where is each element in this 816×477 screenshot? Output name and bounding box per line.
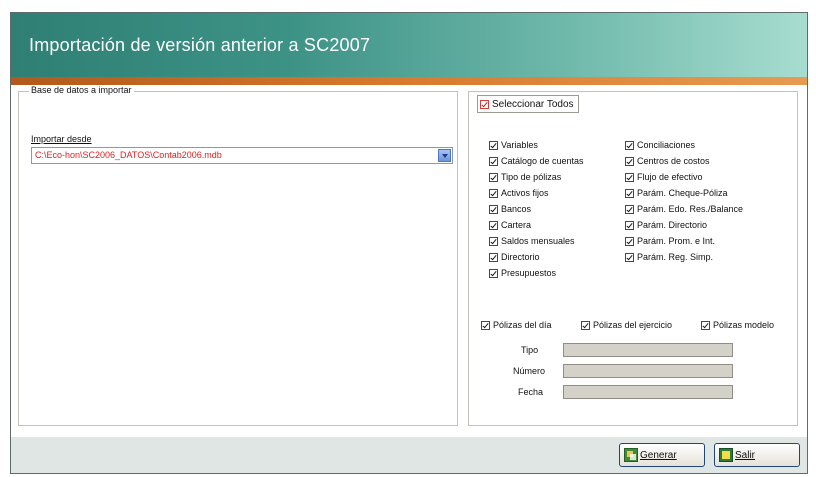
checkbox-label: Directorio bbox=[501, 252, 540, 262]
checkbox-label: Parám. Directorio bbox=[637, 220, 708, 230]
checkbox-icon bbox=[489, 236, 498, 246]
checkbox-label: Pólizas modelo bbox=[713, 320, 775, 330]
checkbox-catalogo-cuentas[interactable]: Catálogo de cuentas bbox=[489, 154, 584, 168]
checkbox-label: Parám. Edo. Res./Balance bbox=[637, 204, 744, 214]
checkbox-icon bbox=[489, 156, 498, 166]
import-from-label: Importar desde bbox=[31, 134, 92, 144]
checkbox-icon bbox=[489, 204, 498, 214]
numero-label: Número bbox=[513, 366, 546, 376]
tipo-field bbox=[563, 343, 733, 357]
fecha-label: Fecha bbox=[518, 387, 544, 397]
checkbox-icon bbox=[481, 320, 490, 330]
checkbox-label: Activos fijos bbox=[501, 188, 549, 198]
chevron-down-icon bbox=[442, 154, 448, 158]
tipo-label: Tipo bbox=[521, 345, 539, 355]
checkbox-icon bbox=[489, 268, 498, 278]
checkbox-icon bbox=[625, 188, 634, 198]
checkbox-label: Catálogo de cuentas bbox=[501, 156, 584, 166]
checkbox-param-reg-simp[interactable]: Parám. Reg. Simp. bbox=[625, 250, 713, 264]
checkbox-icon bbox=[625, 172, 634, 182]
checkbox-label: Centros de costos bbox=[637, 156, 710, 166]
checkbox-param-directorio[interactable]: Parám. Directorio bbox=[625, 218, 707, 232]
checkbox-label: Parám. Prom. e Int. bbox=[637, 236, 716, 246]
checkbox-label: Variables bbox=[501, 140, 538, 150]
checkbox-label: Bancos bbox=[501, 204, 532, 214]
checkbox-conciliaciones[interactable]: Conciliaciones bbox=[625, 138, 695, 152]
banner-stripe bbox=[11, 77, 807, 85]
checkbox-icon bbox=[625, 140, 634, 150]
title-banner: Importación de versión anterior a SC2007 bbox=[11, 13, 807, 77]
checkbox-icon bbox=[489, 188, 498, 198]
numero-field bbox=[563, 364, 733, 378]
checkbox-label: Tipo de pólizas bbox=[501, 172, 562, 182]
button-bar: Generar Salir bbox=[11, 437, 807, 473]
dropdown-button[interactable] bbox=[438, 149, 451, 162]
generate-button[interactable]: Generar bbox=[619, 443, 705, 467]
checkbox-bancos[interactable]: Bancos bbox=[489, 202, 531, 216]
checkbox-param-cheque-poliza[interactable]: Parám. Cheque-Póliza bbox=[625, 186, 728, 200]
checkbox-icon bbox=[625, 252, 634, 262]
checkbox-icon bbox=[625, 220, 634, 230]
import-path-value: C:\Eco-hon\SC2006_DATOS\Contab2006.mdb bbox=[35, 150, 222, 160]
checkbox-icon bbox=[701, 320, 710, 330]
generate-icon bbox=[624, 448, 638, 462]
checkbox-polizas-ejercicio[interactable]: Pólizas del ejercicio bbox=[581, 318, 672, 332]
checkbox-label: Flujo de efectivo bbox=[637, 172, 703, 182]
checkbox-icon bbox=[489, 252, 498, 262]
import-from-combobox[interactable]: C:\Eco-hon\SC2006_DATOS\Contab2006.mdb bbox=[31, 147, 453, 164]
checkbox-saldos-mensuales[interactable]: Saldos mensuales bbox=[489, 234, 575, 248]
fecha-field bbox=[563, 385, 733, 399]
import-dialog: Importación de versión anterior a SC2007… bbox=[10, 12, 808, 474]
checkbox-label: Pólizas del ejercicio bbox=[593, 320, 673, 330]
options-group: Seleccionar Todos Variables Catálogo de … bbox=[468, 91, 798, 426]
checkbox-label: Conciliaciones bbox=[637, 140, 696, 150]
window-title: Importación de versión anterior a SC2007 bbox=[29, 35, 371, 55]
exit-button[interactable]: Salir bbox=[714, 443, 800, 467]
checkbox-cartera[interactable]: Cartera bbox=[489, 218, 531, 232]
checkbox-label: Saldos mensuales bbox=[501, 236, 575, 246]
checkbox-icon bbox=[489, 140, 498, 150]
exit-icon bbox=[719, 448, 733, 462]
checkbox-icon bbox=[581, 320, 590, 330]
checkbox-centros-costos[interactable]: Centros de costos bbox=[625, 154, 710, 168]
checkbox-polizas-modelo[interactable]: Pólizas modelo bbox=[701, 318, 774, 332]
source-group: Base de datos a importar Importar desde … bbox=[18, 85, 458, 426]
checkbox-label: Parám. Reg. Simp. bbox=[637, 252, 714, 262]
checkbox-label: Presupuestos bbox=[501, 268, 557, 278]
select-all-checkbox[interactable]: Seleccionar Todos bbox=[477, 95, 579, 113]
exit-label: Salir bbox=[735, 449, 756, 461]
checkbox-label: Parám. Cheque-Póliza bbox=[637, 188, 728, 198]
checkbox-icon bbox=[625, 236, 634, 246]
checkbox-variables[interactable]: Variables bbox=[489, 138, 538, 152]
checkbox-param-prom-int[interactable]: Parám. Prom. e Int. bbox=[625, 234, 715, 248]
checkbox-icon bbox=[625, 204, 634, 214]
checkbox-label: Cartera bbox=[501, 220, 532, 230]
source-group-title: Base de datos a importar bbox=[29, 85, 134, 95]
generate-label: Generar bbox=[640, 449, 677, 461]
checkbox-icon bbox=[480, 99, 489, 109]
checkbox-flujo-efectivo[interactable]: Flujo de efectivo bbox=[625, 170, 703, 184]
checkbox-directorio[interactable]: Directorio bbox=[489, 250, 540, 264]
checkbox-param-edo-res-balance[interactable]: Parám. Edo. Res./Balance bbox=[625, 202, 743, 216]
checkbox-activos-fijos[interactable]: Activos fijos bbox=[489, 186, 549, 200]
content-area: Base de datos a importar Importar desde … bbox=[11, 85, 807, 437]
checkbox-tipo-polizas[interactable]: Tipo de pólizas bbox=[489, 170, 561, 184]
checkbox-presupuestos[interactable]: Presupuestos bbox=[489, 266, 556, 280]
checkbox-icon bbox=[489, 172, 498, 182]
checkbox-polizas-dia[interactable]: Pólizas del día bbox=[481, 318, 552, 332]
select-all-label: Seleccionar Todos bbox=[492, 98, 574, 110]
checkbox-icon bbox=[489, 220, 498, 230]
checkbox-icon bbox=[625, 156, 634, 166]
checkbox-label: Pólizas del día bbox=[493, 320, 552, 330]
